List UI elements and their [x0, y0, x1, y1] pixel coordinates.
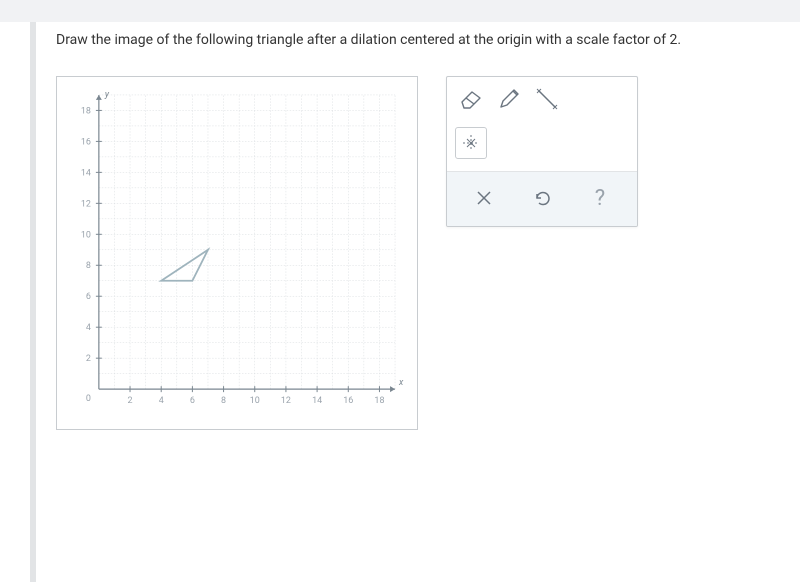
line-tool[interactable]	[531, 83, 563, 115]
line-icon	[534, 86, 560, 112]
svg-text:14: 14	[312, 396, 322, 406]
svg-text:2: 2	[128, 396, 133, 406]
help-button[interactable]: ?	[580, 184, 620, 212]
origin-marker-icon	[460, 132, 482, 154]
svg-text:10: 10	[81, 230, 91, 240]
svg-text:8: 8	[221, 396, 226, 406]
svg-text:18: 18	[81, 106, 91, 116]
graph-panel[interactable]: 2 4 6 8 10 12 14 16 18 2 4 6 8 10 12 14 16 18 0 x y	[56, 76, 418, 430]
pencil-tool[interactable]	[493, 83, 525, 115]
svg-text:0: 0	[86, 394, 91, 404]
pencil-icon	[496, 86, 522, 112]
svg-text:12: 12	[81, 199, 91, 209]
svg-text:y: y	[104, 90, 110, 100]
svg-text:8: 8	[86, 261, 91, 271]
eraser-icon	[458, 88, 484, 110]
svg-text:4: 4	[86, 323, 91, 333]
toolbox: ?	[446, 76, 638, 227]
question-text: Draw the image of the following triangle…	[56, 32, 780, 48]
svg-text:10: 10	[250, 396, 260, 406]
svg-text:16: 16	[81, 137, 91, 147]
svg-text:2: 2	[86, 354, 91, 364]
coordinate-graph[interactable]: 2 4 6 8 10 12 14 16 18 2 4 6 8 10 12 14 16 18 0 x y	[75, 85, 405, 411]
close-button[interactable]	[464, 184, 504, 212]
svg-text:x: x	[398, 378, 404, 388]
svg-text:6: 6	[86, 292, 91, 302]
svg-text:12: 12	[281, 396, 291, 406]
svg-text:6: 6	[190, 396, 195, 406]
svg-text:16: 16	[343, 396, 353, 406]
reset-button[interactable]	[522, 184, 562, 212]
reset-icon	[533, 189, 551, 207]
svg-text:14: 14	[81, 168, 91, 178]
close-icon	[476, 190, 492, 206]
eraser-tool[interactable]	[455, 83, 487, 115]
svg-text:4: 4	[159, 396, 164, 406]
origin-marker-tool[interactable]	[455, 127, 487, 159]
svg-text:18: 18	[374, 396, 384, 406]
